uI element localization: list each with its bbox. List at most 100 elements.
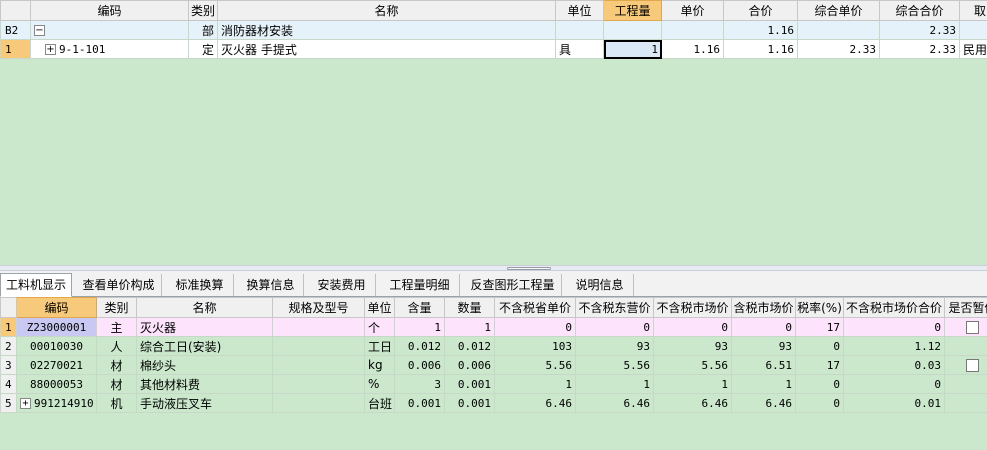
price-cell[interactable]: 0 (494, 317, 576, 337)
price-cell[interactable]: 0 (731, 317, 796, 337)
type-cell[interactable]: 部 (188, 20, 218, 40)
col-header-quantity[interactable]: 工程量 (603, 0, 662, 21)
col-header-amount[interactable]: 数量 (444, 297, 495, 318)
col-header-type[interactable]: 类别 (188, 0, 218, 21)
total-cell[interactable]: 0 (843, 374, 945, 394)
name-cell[interactable]: 灭火器 (136, 317, 273, 337)
unit-cell[interactable]: 台班 (364, 393, 395, 413)
col-header-content[interactable]: 含量 (394, 297, 445, 318)
spec-cell[interactable] (272, 317, 365, 337)
content-cell[interactable]: 1 (394, 317, 445, 337)
price-cell[interactable]: 93 (575, 336, 654, 356)
unit-cell[interactable] (555, 20, 604, 40)
price-cell[interactable]: 0 (575, 317, 654, 337)
expand-toggle-icon[interactable]: + (45, 44, 56, 55)
table-row[interactable]: 1 Z23000001 主 灭火器 个 1 1 0 0 0 0 17 0 (0, 317, 987, 337)
unit-cell[interactable]: 工日 (364, 336, 395, 356)
col-header-dongying-price-excl-tax[interactable]: 不含税东营价 (575, 297, 654, 318)
type-cell[interactable]: 人 (96, 336, 137, 356)
table-row[interactable]: B2 − 部 消防器材安装 1.16 2.33 (0, 20, 987, 40)
code-cell[interactable]: 02270021 (16, 355, 97, 375)
type-cell[interactable]: 材 (96, 374, 137, 394)
total-cell[interactable]: 0.01 (843, 393, 945, 413)
price-cell[interactable]: 1 (575, 374, 654, 394)
extra-cell[interactable] (959, 20, 987, 40)
price-cell[interactable]: 93 (653, 336, 732, 356)
quantity-cell[interactable]: 1 (603, 39, 662, 59)
spec-cell[interactable] (272, 355, 365, 375)
code-cell[interactable]: +9-1-101 (30, 39, 189, 59)
total-cell[interactable]: 0.03 (843, 355, 945, 375)
price-cell[interactable]: 103 (494, 336, 576, 356)
tax-rate-cell[interactable]: 17 (795, 355, 844, 375)
col-header-code[interactable]: 编码 (16, 297, 97, 318)
total-price-cell[interactable]: 1.16 (723, 39, 798, 59)
amount-cell[interactable]: 0.012 (444, 336, 495, 356)
col-header-provisional[interactable]: 是否暂估 (944, 297, 987, 318)
col-header-tax-rate[interactable]: 税率(%) (795, 297, 844, 318)
price-cell[interactable]: 6.51 (731, 355, 796, 375)
price-cell[interactable]: 1 (494, 374, 576, 394)
splitter-grip-icon[interactable] (507, 267, 551, 270)
type-cell[interactable]: 主 (96, 317, 137, 337)
expand-toggle-icon[interactable]: + (20, 398, 31, 409)
provisional-cell[interactable] (944, 374, 987, 394)
col-header-market-price-excl-tax[interactable]: 不含税市场价 (653, 297, 732, 318)
spec-cell[interactable] (272, 336, 365, 356)
price-cell[interactable]: 5.56 (494, 355, 576, 375)
tab-standard-conversion[interactable]: 标准换算 (166, 274, 234, 296)
col-header-name[interactable]: 名称 (136, 297, 273, 318)
name-cell[interactable]: 其他材料费 (136, 374, 273, 394)
price-cell[interactable]: 1 (653, 374, 732, 394)
tax-rate-cell[interactable]: 0 (795, 336, 844, 356)
row-header[interactable]: 2 (0, 336, 17, 356)
tax-rate-cell[interactable]: 0 (795, 374, 844, 394)
tab-conversion-info[interactable]: 换算信息 (238, 274, 304, 296)
collapse-toggle-icon[interactable]: − (34, 25, 45, 36)
col-header-comprehensive-unit-price[interactable]: 综合单价 (797, 0, 880, 21)
col-header-market-price-incl-tax[interactable]: 含税市场价 (731, 297, 796, 318)
name-cell[interactable]: 综合工日(安装) (136, 336, 273, 356)
col-header-provincial-price-excl-tax[interactable]: 不含税省单价 (494, 297, 576, 318)
type-cell[interactable]: 定 (188, 39, 218, 59)
price-cell[interactable]: 0 (653, 317, 732, 337)
provisional-checkbox[interactable] (966, 321, 979, 334)
content-cell[interactable]: 0.001 (394, 393, 445, 413)
col-header-name[interactable]: 名称 (217, 0, 556, 21)
row-header[interactable]: 4 (0, 374, 17, 394)
table-row[interactable]: 3 02270021 材 棉纱头 kg 0.006 0.006 5.56 5.5… (0, 355, 987, 375)
col-header-comprehensive-total[interactable]: 综合合价 (879, 0, 960, 21)
name-cell[interactable]: 消防器材安装 (217, 20, 556, 40)
row-header[interactable]: 3 (0, 355, 17, 375)
spec-cell[interactable] (272, 374, 365, 394)
resource-corner[interactable] (0, 297, 17, 318)
name-cell[interactable]: 灭火器 手提式 (217, 39, 556, 59)
spec-cell[interactable] (272, 393, 365, 413)
tab-labor-material-machine[interactable]: 工料机显示 (0, 273, 72, 297)
table-row[interactable]: 5 +991214910 机 手动液压叉车 台班 0.001 0.001 6.4… (0, 393, 987, 413)
price-cell[interactable]: 93 (731, 336, 796, 356)
unit-cell[interactable]: % (364, 374, 395, 394)
table-row[interactable]: 2 00010030 人 综合工日(安装) 工日 0.012 0.012 103… (0, 336, 987, 356)
col-header-unit[interactable]: 单位 (555, 0, 604, 21)
code-cell[interactable]: 00010030 (16, 336, 97, 356)
comp-total-cell[interactable]: 2.33 (879, 20, 960, 40)
quantity-cell[interactable] (603, 20, 662, 40)
price-cell[interactable]: 6.46 (653, 393, 732, 413)
unit-cell[interactable]: kg (364, 355, 395, 375)
code-cell[interactable]: Z23000001 (16, 317, 97, 337)
unit-cell[interactable]: 个 (364, 317, 395, 337)
tab-description-info[interactable]: 说明信息 (566, 274, 634, 296)
col-header-type[interactable]: 类别 (96, 297, 137, 318)
price-cell[interactable]: 6.46 (575, 393, 654, 413)
name-cell[interactable]: 手动液压叉车 (136, 393, 273, 413)
comp-unit-price-cell[interactable]: 2.33 (797, 39, 880, 59)
amount-cell[interactable]: 0.001 (444, 393, 495, 413)
unit-price-cell[interactable]: 1.16 (661, 39, 724, 59)
amount-cell[interactable]: 0.006 (444, 355, 495, 375)
total-price-cell[interactable]: 1.16 (723, 20, 798, 40)
table-row[interactable]: 1 +9-1-101 定 灭火器 手提式 具 1 1.16 1.16 2.33 … (0, 39, 987, 59)
name-cell[interactable]: 棉纱头 (136, 355, 273, 375)
amount-cell[interactable]: 0.001 (444, 374, 495, 394)
col-header-market-total-excl-tax[interactable]: 不含税市场价合价 (843, 297, 945, 318)
